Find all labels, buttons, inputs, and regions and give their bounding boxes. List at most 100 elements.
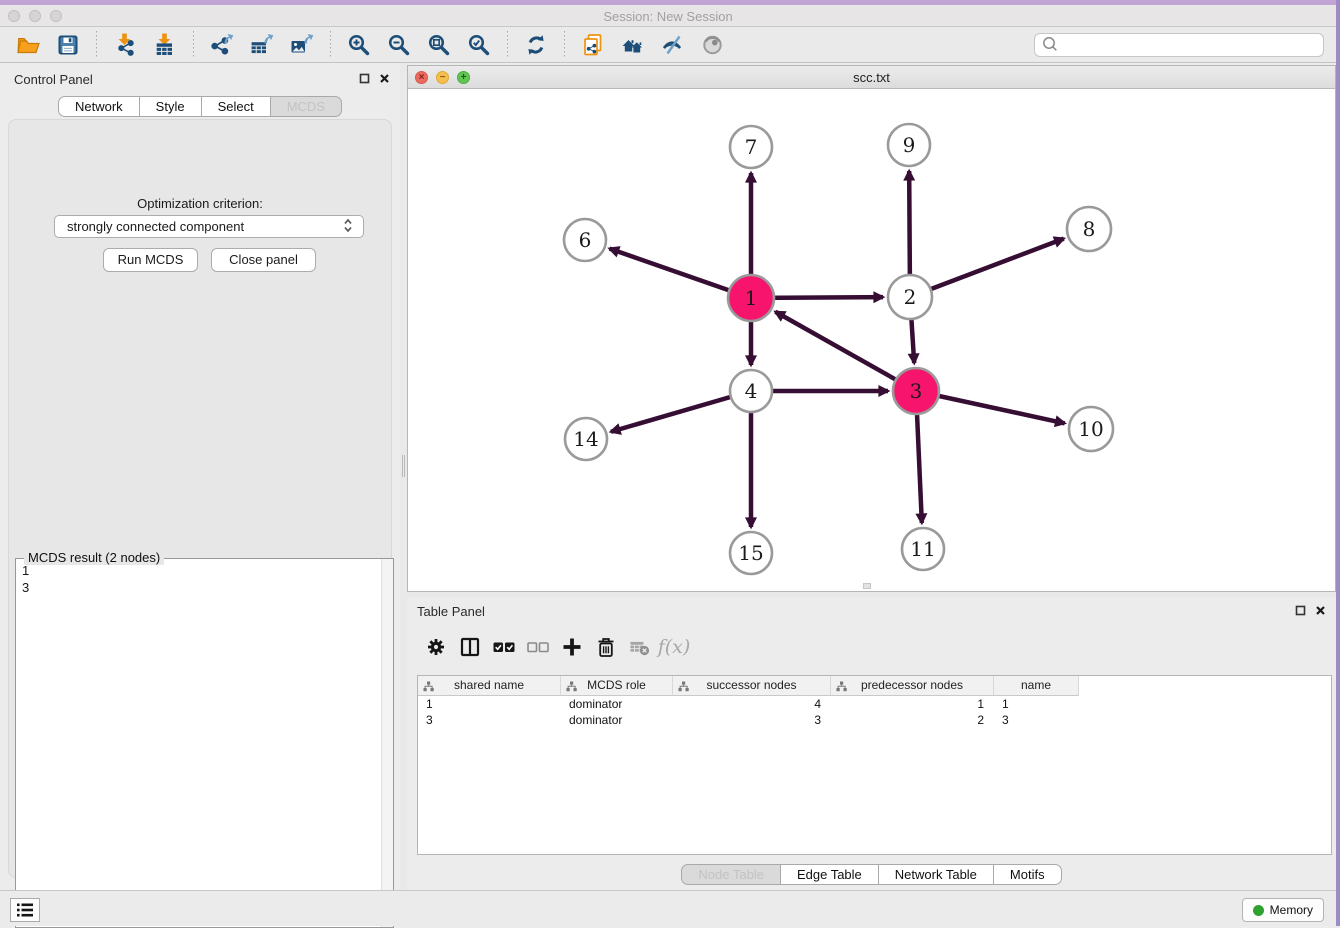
toolbar-button-open-session[interactable] <box>13 30 43 60</box>
show-columns-icon <box>459 636 481 658</box>
toolbar-button-delete-table[interactable] <box>623 632 657 662</box>
toolbar-button-zoom-selected[interactable] <box>464 30 494 60</box>
toolbar-button-show-columns[interactable] <box>453 632 487 662</box>
import-table-icon <box>153 33 177 57</box>
mcds-result-line: 3 <box>22 579 375 596</box>
cell-shared-name[interactable]: 3 <box>418 712 561 728</box>
cell-MCDS-role[interactable]: dominator <box>561 696 673 712</box>
tab-network[interactable]: Network <box>58 96 140 117</box>
column-header-shared-name[interactable]: shared name <box>418 676 561 696</box>
cell-successor-nodes[interactable]: 4 <box>673 696 831 712</box>
memory-button[interactable]: Memory <box>1242 898 1324 922</box>
select-all-columns-icon <box>493 636 515 658</box>
node-label-1: 1 <box>745 286 758 310</box>
tab-mcds[interactable]: MCDS <box>270 96 342 117</box>
cell-shared-name[interactable]: 1 <box>418 696 561 712</box>
toolbar-button-function-builder[interactable]: f(x) <box>657 632 691 662</box>
cell-predecessor-nodes[interactable]: 1 <box>831 696 994 712</box>
column-header-predecessor-nodes[interactable]: predecessor nodes <box>831 676 994 696</box>
toolbar-button-import-network[interactable] <box>110 30 140 60</box>
float-table-panel-icon[interactable] <box>1295 604 1306 619</box>
search-box[interactable] <box>1034 33 1324 57</box>
toolbar-button-hide-details[interactable] <box>658 30 688 60</box>
criterion-value: strongly connected component <box>67 219 341 234</box>
toolbar-button-export-table[interactable] <box>247 30 277 60</box>
birdseye-view-icon <box>701 33 725 57</box>
toolbar-button-import-table[interactable] <box>150 30 180 60</box>
cell-name[interactable]: 1 <box>994 696 1079 712</box>
close-panel-button[interactable]: Close panel <box>211 248 316 272</box>
toolbar-button-deselect-all-columns[interactable] <box>521 632 555 662</box>
toolbar-separator <box>564 31 565 59</box>
network-graph-canvas[interactable]: 7968124314101511 <box>408 89 1335 591</box>
network-window: × − + scc.txt 7968124314101511 <box>407 65 1336 592</box>
table-tab-edge-table[interactable]: Edge Table <box>780 864 879 885</box>
edge-2-8[interactable] <box>910 239 1064 297</box>
result-scrollbar[interactable] <box>381 559 393 927</box>
control-panel-tabs: NetworkStyleSelectMCDS <box>0 96 400 117</box>
toolbar-button-export-network[interactable] <box>207 30 237 60</box>
zoom-in-icon <box>347 33 371 57</box>
column-header-MCDS-role[interactable]: MCDS role <box>561 676 673 696</box>
network-window-titlebar: × − + scc.txt <box>408 66 1335 89</box>
toolbar-button-birdseye-view[interactable] <box>698 30 728 60</box>
column-label: MCDS role <box>587 678 646 692</box>
table-panel: Table Panel f(x) shared nameMCDS rolesuc… <box>407 597 1336 890</box>
close-panel-icon[interactable] <box>379 72 390 87</box>
table-tab-node-table[interactable]: Node Table <box>681 864 781 885</box>
select-stepper-icon <box>341 218 355 236</box>
table-tab-network-table[interactable]: Network Table <box>878 864 994 885</box>
close-table-panel-icon[interactable] <box>1315 604 1326 619</box>
panel-divider[interactable] <box>400 63 407 890</box>
cell-MCDS-role[interactable]: dominator <box>561 712 673 728</box>
toolbar-button-zoom-out[interactable] <box>384 30 414 60</box>
column-header-name[interactable]: name <box>994 676 1079 696</box>
table-row[interactable]: 1dominator411 <box>418 696 1331 712</box>
task-history-button[interactable] <box>10 898 40 922</box>
desktop-frame-right <box>1336 0 1340 926</box>
cell-successor-nodes[interactable]: 3 <box>673 712 831 728</box>
column-header-successor-nodes[interactable]: successor nodes <box>673 676 831 696</box>
attribute-tree-icon <box>678 681 689 692</box>
node-label-11: 11 <box>910 537 935 561</box>
mcds-result-line: 1 <box>22 562 375 579</box>
mcds-result-text[interactable]: 13 <box>16 559 381 927</box>
toolbar-button-save-session[interactable] <box>53 30 83 60</box>
toolbar-button-export-image[interactable] <box>287 30 317 60</box>
run-mcds-button[interactable]: Run MCDS <box>103 248 198 272</box>
memory-label: Memory <box>1270 903 1313 917</box>
toolbar-separator <box>96 31 97 59</box>
clone-network-icon <box>581 33 605 57</box>
toolbar-separator <box>507 31 508 59</box>
table-tab-motifs[interactable]: Motifs <box>993 864 1062 885</box>
tab-select[interactable]: Select <box>201 96 271 117</box>
search-input[interactable] <box>1058 35 1323 55</box>
toolbar-button-add-column[interactable] <box>555 632 589 662</box>
cell-predecessor-nodes[interactable]: 2 <box>831 712 994 728</box>
toolbar-separator <box>193 31 194 59</box>
node-label-8: 8 <box>1083 217 1096 241</box>
cell-name[interactable]: 3 <box>994 712 1079 728</box>
toolbar-button-zoom-in[interactable] <box>344 30 374 60</box>
attribute-tree-icon <box>423 681 434 692</box>
search-icon <box>1041 35 1058 55</box>
toolbar-button-clone-network[interactable] <box>578 30 608 60</box>
delete-table-icon <box>629 636 651 658</box>
divider-grip[interactable] <box>402 455 405 477</box>
settings-icon <box>425 636 447 658</box>
control-panel: Control Panel NetworkStyleSelectMCDS Opt… <box>0 63 400 890</box>
table-row[interactable]: 3dominator323 <box>418 712 1331 728</box>
toolbar-button-select-all-columns[interactable] <box>487 632 521 662</box>
zoom-fit-icon <box>427 33 451 57</box>
canvas-resize-grip[interactable] <box>863 583 871 589</box>
toolbar-button-delete-column[interactable] <box>589 632 623 662</box>
open-session-icon <box>16 33 40 57</box>
float-panel-icon[interactable] <box>359 72 370 87</box>
toolbar-button-refresh-layout[interactable] <box>521 30 551 60</box>
toolbar-button-network-overview[interactable] <box>618 30 648 60</box>
tab-style[interactable]: Style <box>139 96 202 117</box>
table-header-row: shared name MCDS role successor nodesprede… <box>418 676 1331 696</box>
criterion-select[interactable]: strongly connected component <box>54 215 364 238</box>
toolbar-button-zoom-fit[interactable] <box>424 30 454 60</box>
toolbar-button-settings[interactable] <box>419 632 453 662</box>
